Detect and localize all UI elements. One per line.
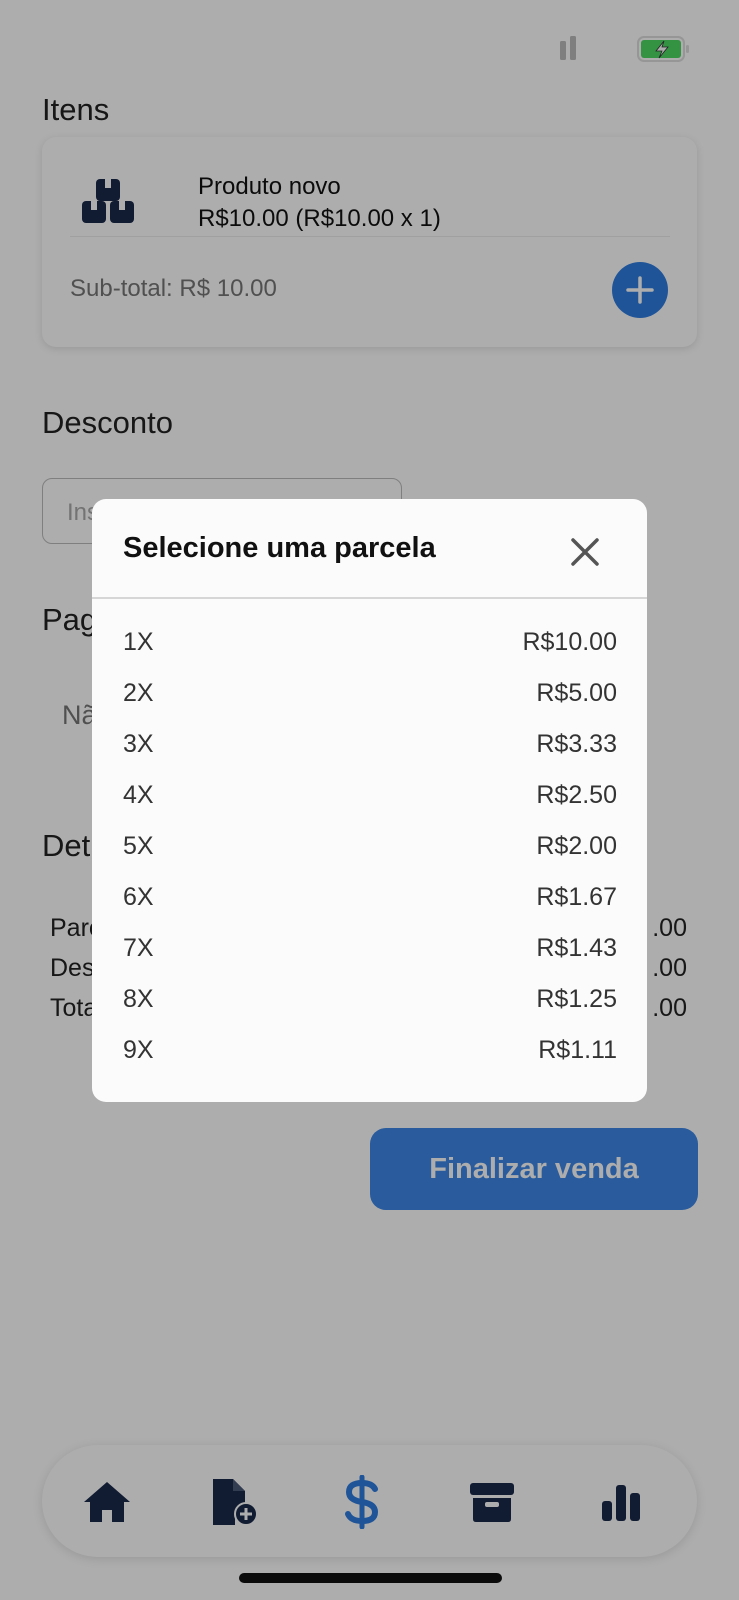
installment-count: 6X bbox=[123, 883, 154, 911]
modal-divider bbox=[92, 597, 647, 599]
installment-count: 1X bbox=[123, 628, 154, 656]
installment-option[interactable]: 5X R$2.00 bbox=[123, 824, 617, 875]
installment-option[interactable]: 2X R$5.00 bbox=[123, 671, 617, 722]
installment-count: 5X bbox=[123, 832, 154, 860]
installment-count: 2X bbox=[123, 679, 154, 707]
installment-option[interactable]: 8X R$1.25 bbox=[123, 977, 617, 1028]
installment-value: R$2.00 bbox=[536, 832, 617, 860]
modal-title: Selecione uma parcela bbox=[123, 532, 436, 564]
installment-count: 9X bbox=[123, 1036, 154, 1064]
installment-option[interactable]: 9X R$1.11 bbox=[123, 1028, 617, 1079]
installment-value: R$2.50 bbox=[536, 781, 617, 809]
installment-value: R$1.67 bbox=[536, 883, 617, 911]
installment-value: R$1.43 bbox=[536, 934, 617, 962]
installment-count: 3X bbox=[123, 730, 154, 758]
installment-value: R$1.25 bbox=[536, 985, 617, 1013]
installment-option[interactable]: 6X R$1.67 bbox=[123, 875, 617, 926]
installment-count: 8X bbox=[123, 985, 154, 1013]
installment-value: R$10.00 bbox=[522, 628, 617, 656]
installment-value: R$1.11 bbox=[538, 1036, 617, 1064]
close-icon[interactable] bbox=[568, 535, 602, 569]
installment-picker-modal: Selecione uma parcela 1X R$10.00 2X R$5.00… bbox=[92, 499, 647, 1102]
installment-option[interactable]: 1X R$10.00 bbox=[123, 620, 617, 671]
installment-option[interactable]: 7X R$1.43 bbox=[123, 926, 617, 977]
installment-value: R$3.33 bbox=[536, 730, 617, 758]
installment-count: 4X bbox=[123, 781, 154, 809]
installment-value: R$5.00 bbox=[536, 679, 617, 707]
installment-option[interactable]: 4X R$2.50 bbox=[123, 773, 617, 824]
installment-option[interactable]: 3X R$3.33 bbox=[123, 722, 617, 773]
installment-count: 7X bbox=[123, 934, 154, 962]
